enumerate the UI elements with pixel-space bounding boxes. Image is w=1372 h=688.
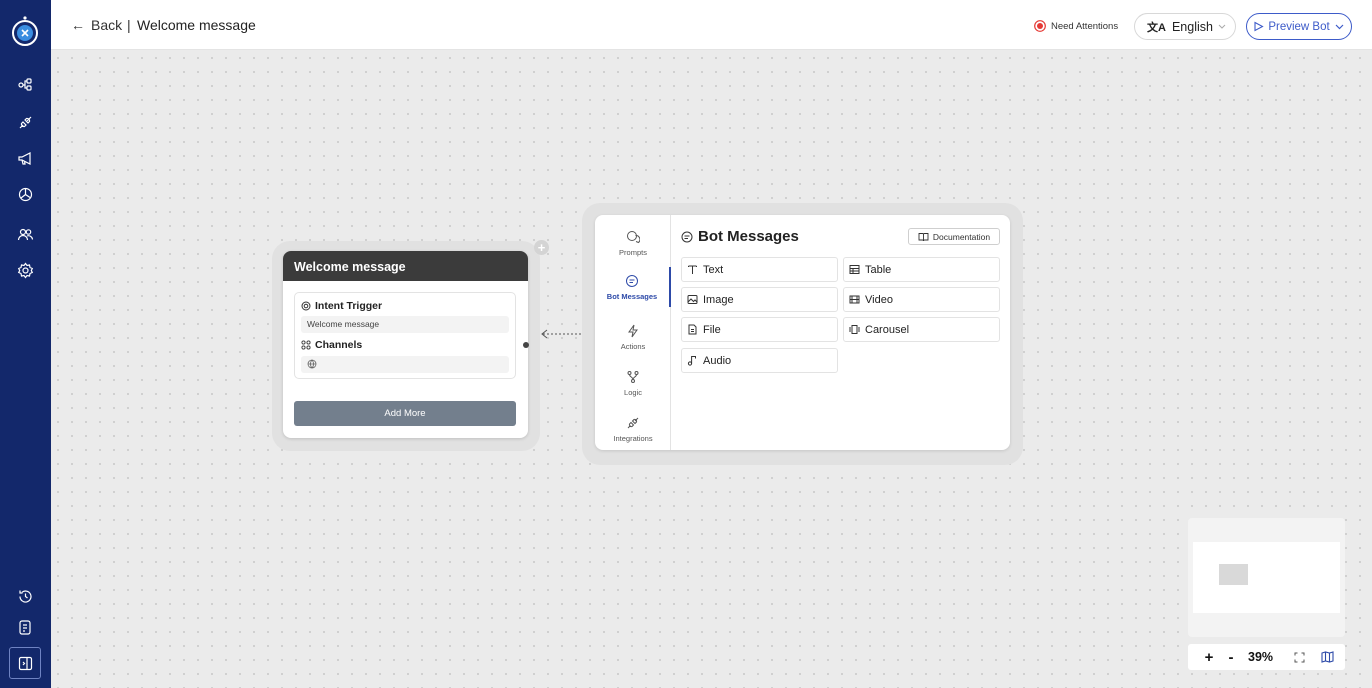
zoom-controls: + - 39% [1188, 644, 1345, 670]
language-select[interactable]: 文A English [1134, 13, 1236, 40]
option-image[interactable]: Image [681, 287, 838, 312]
need-attentions-button[interactable]: Need Attentions [1034, 20, 1118, 32]
option-video[interactable]: Video [843, 287, 1000, 312]
minimap[interactable] [1188, 518, 1345, 637]
node-details: Intent Trigger Welcome message Channels [294, 292, 516, 379]
app-logo-icon[interactable] [8, 14, 42, 48]
sidebar [0, 0, 51, 688]
channels-heading: Channels [301, 339, 362, 351]
map-icon[interactable] [1318, 651, 1336, 663]
documentation-button[interactable]: Documentation [908, 228, 1000, 245]
attention-label: Need Attentions [1051, 20, 1119, 32]
collapse-sidebar-icon[interactable] [9, 647, 41, 679]
option-label: Image [703, 293, 734, 306]
bot-messages-panel: Prompts Bot Messages Actions Logic Integ… [595, 215, 1010, 450]
fullscreen-icon[interactable] [1290, 652, 1308, 663]
tab-label: Logic [624, 387, 642, 397]
option-file[interactable]: File [681, 317, 838, 342]
globe-icon [307, 359, 317, 369]
node-output-handle[interactable] [523, 342, 529, 348]
intent-trigger-heading: Intent Trigger [301, 300, 382, 312]
title-separator: | [127, 17, 131, 33]
panel-title: Bot Messages [681, 228, 799, 245]
back-label: Back [91, 17, 123, 33]
chevron-down-icon [1218, 24, 1226, 29]
panel-title-text: Bot Messages [698, 228, 799, 245]
option-label: Carousel [865, 323, 910, 336]
chevron-down-icon [1335, 24, 1344, 30]
option-label: Table [865, 263, 892, 276]
option-text[interactable]: Text [681, 257, 838, 282]
option-label: Audio [703, 354, 732, 367]
option-label: File [703, 323, 721, 336]
option-carousel[interactable]: Carousel [843, 317, 1000, 342]
flow-icon[interactable] [13, 72, 37, 96]
play-icon [1254, 21, 1264, 32]
tab-bot-messages[interactable]: Bot Messages [595, 267, 671, 307]
chat-bubbles-icon [627, 230, 640, 243]
book-icon [918, 232, 929, 241]
zoom-out-button[interactable]: - [1220, 649, 1242, 666]
intent-trigger-label: Intent Trigger [315, 300, 383, 312]
document-icon[interactable] [13, 615, 37, 639]
message-icon [626, 274, 638, 287]
plug-icon[interactable] [13, 110, 37, 134]
zoom-level: 39% [1248, 650, 1274, 664]
lightning-icon [628, 324, 638, 337]
history-icon[interactable] [13, 584, 37, 608]
node-title: Welcome message [283, 251, 528, 281]
branch-icon [627, 370, 639, 383]
add-node-icon[interactable]: + [534, 240, 549, 255]
minimap-viewport [1193, 542, 1340, 613]
tab-label: Integrations [613, 433, 653, 443]
channels-value [301, 356, 509, 373]
welcome-message-node[interactable]: Welcome message Intent Trigger Welcome m… [283, 251, 528, 438]
megaphone-icon[interactable] [13, 146, 37, 170]
option-label: Video [865, 293, 893, 306]
translate-icon: 文A [1147, 21, 1166, 34]
preview-bot-button[interactable]: Preview Bot [1246, 13, 1352, 40]
tab-label: Prompts [619, 247, 647, 257]
channels-label: Channels [315, 339, 363, 351]
tab-integrations[interactable]: Integrations [595, 409, 671, 449]
users-icon[interactable] [13, 222, 37, 246]
panel-tabs: Prompts Bot Messages Actions Logic Integ… [595, 215, 671, 450]
file-icon [688, 324, 697, 335]
attention-icon [1034, 20, 1046, 32]
zoom-in-button[interactable]: + [1200, 649, 1218, 666]
tab-prompts[interactable]: Prompts [595, 223, 671, 263]
option-audio[interactable]: Audio [681, 348, 838, 373]
add-more-button[interactable]: Add More [294, 401, 516, 426]
chart-icon[interactable] [13, 182, 37, 206]
target-icon [301, 301, 311, 311]
preview-label: Preview Bot [1268, 20, 1330, 33]
minimap-node [1219, 564, 1248, 585]
settings-icon[interactable] [13, 258, 37, 282]
table-icon [849, 265, 860, 274]
channels-icon [301, 340, 311, 350]
tab-label: Bot Messages [606, 291, 658, 301]
image-icon [687, 295, 698, 304]
intent-value: Welcome message [301, 316, 509, 333]
carousel-icon [849, 325, 860, 334]
language-value: English [1171, 19, 1213, 34]
arrow-left-icon: ← [71, 17, 85, 33]
message-icon [681, 231, 693, 242]
tab-actions[interactable]: Actions [595, 317, 671, 357]
back-button[interactable]: ← Back [71, 17, 122, 33]
tab-logic[interactable]: Logic [595, 363, 671, 403]
documentation-label: Documentation [932, 231, 991, 242]
page-title: Welcome message [137, 17, 256, 33]
video-icon [849, 295, 860, 304]
plug-icon [627, 417, 639, 428]
top-header: ← Back | Welcome message Need Attentions… [51, 0, 1372, 50]
option-label: Text [703, 263, 724, 276]
tab-label: Actions [620, 341, 646, 351]
option-table[interactable]: Table [843, 257, 1000, 282]
music-note-icon [687, 356, 696, 366]
text-icon [688, 265, 697, 274]
